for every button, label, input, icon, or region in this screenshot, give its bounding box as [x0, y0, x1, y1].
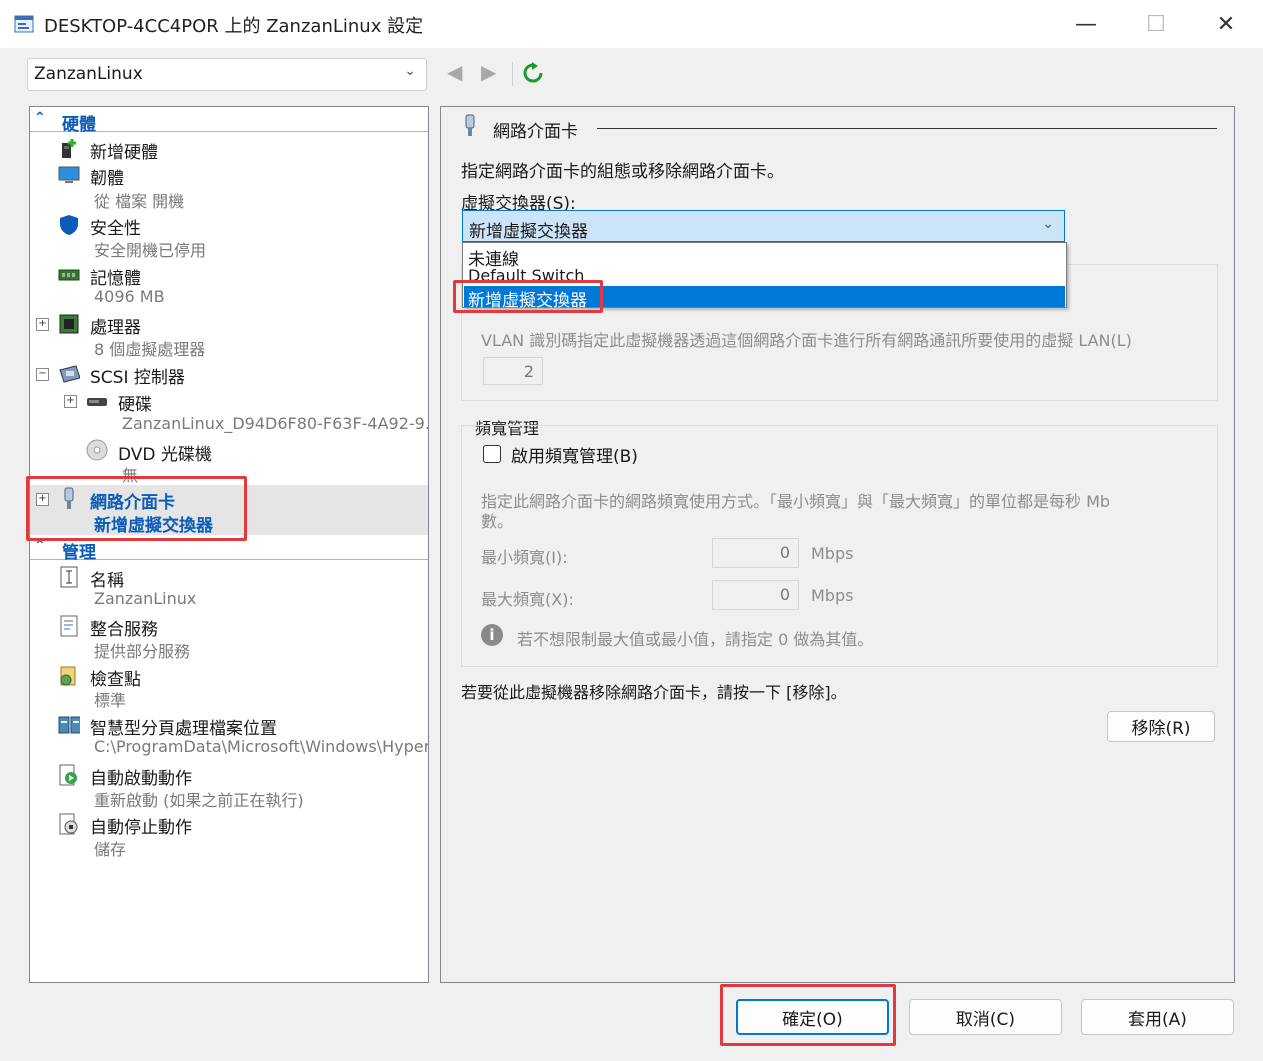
bandwidth-checkbox[interactable] [483, 445, 501, 463]
option-highlight-box [453, 280, 603, 313]
maximize-button[interactable]: ☐ [1126, 6, 1186, 42]
chevron-down-icon: ⌄ [404, 63, 416, 79]
auto-start-icon [58, 764, 80, 786]
settings-tree[interactable]: ⌃ 硬體 新增硬體 韌體 從 檔案 開機 安全性 安全開機已停用 記憶體 409… [29, 106, 429, 983]
section-rule [597, 128, 1217, 129]
tree-item-security[interactable]: 安全性 [90, 214, 141, 239]
network-adapter-icon [459, 114, 481, 137]
min-bandwidth-input[interactable]: 0 [712, 538, 799, 568]
paging-file-icon [58, 714, 80, 736]
dvd-icon [86, 439, 108, 461]
back-arrow-icon[interactable]: ◀ [447, 60, 462, 84]
tree-item-autostart-sub: 重新啟動 (如果之前正在執行) [94, 791, 304, 810]
tree-item-processor[interactable]: 處理器 [90, 313, 141, 338]
shield-icon [58, 214, 80, 236]
close-button[interactable]: ✕ [1196, 6, 1256, 42]
collapse-scsi-icon[interactable]: − [36, 368, 49, 381]
settings-window-icon [14, 13, 36, 35]
section-title: 網路介面卡 [493, 122, 578, 142]
tree-item-add-hardware[interactable]: 新增硬體 [90, 138, 158, 163]
bandwidth-description-1: 指定此網路介面卡的網路頻寬使用方式。「最小頻寬」與「最大頻寬」的單位都是每秒 M… [481, 492, 1111, 511]
management-header: 管理 [62, 543, 96, 563]
tree-item-firmware[interactable]: 韌體 [90, 164, 124, 189]
max-bandwidth-input[interactable]: 0 [712, 580, 799, 610]
expand-harddisk-icon[interactable]: + [64, 395, 77, 408]
title-bar: DESKTOP-4CC4POR 上的 ZanzanLinux 設定 — ☐ ✕ [0, 0, 1263, 48]
toolbar-divider [512, 62, 513, 86]
info-text: 若不想限制最大值或最小值，請指定 0 做為其值。 [517, 630, 874, 649]
tree-item-scsi[interactable]: SCSI 控制器 [90, 363, 185, 388]
vlan-description: VLAN 識別碼指定此虛擬機器透過這個網路介面卡進行所有網路通訊所要使用的虛擬 … [481, 331, 1132, 350]
tree-item-name-sub: ZanzanLinux [94, 589, 197, 608]
vm-selector-value: ZanzanLinux [34, 64, 143, 84]
add-hardware-icon [58, 138, 80, 160]
expand-processor-icon[interactable]: + [36, 318, 49, 331]
info-icon: i [481, 624, 503, 646]
virtual-switch-dropdown[interactable]: 新增虛擬交換器 ⌄ [462, 210, 1065, 242]
checkpoint-icon [58, 665, 80, 687]
bandwidth-description-2: 數。 [481, 512, 514, 531]
bandwidth-enable-label[interactable]: 啟用頻寬管理(B) [511, 442, 638, 467]
chevron-down-icon: ⌄ [1042, 216, 1054, 232]
panel-description: 指定網路介面卡的組態或移除網路介面卡。 [461, 162, 784, 182]
section-hardware[interactable]: ⌃ 硬體 [30, 109, 428, 135]
ok-highlight-box [720, 984, 896, 1046]
collapse-chevron-icon[interactable]: ⌃ [34, 110, 46, 126]
window-title: DESKTOP-4CC4POR 上的 ZanzanLinux 設定 [44, 16, 424, 37]
vm-selector-dropdown[interactable]: ZanzanLinux ⌄ [27, 58, 427, 91]
tree-item-name[interactable]: 名稱 [90, 566, 124, 591]
max-bandwidth-label: 最大頻寬(X): [481, 590, 574, 609]
min-bandwidth-unit: Mbps [811, 544, 854, 563]
virtual-switch-value: 新增虛擬交換器 [469, 222, 588, 242]
max-bandwidth-unit: Mbps [811, 586, 854, 605]
name-icon [58, 566, 80, 588]
firmware-icon [58, 164, 80, 186]
refresh-icon[interactable] [522, 62, 544, 88]
forward-arrow-icon[interactable]: ▶ [481, 60, 496, 84]
tree-item-autostop-sub: 儲存 [94, 840, 127, 859]
tree-item-integration[interactable]: 整合服務 [90, 615, 158, 640]
hard-disk-icon [86, 390, 108, 412]
remove-button[interactable]: 移除(R) [1107, 711, 1215, 742]
integration-services-icon [58, 615, 80, 637]
vlan-id-input[interactable]: 2 [483, 357, 543, 385]
tree-item-checkpoint-sub: 標準 [94, 691, 127, 710]
hardware-header: 硬體 [62, 115, 96, 135]
tree-item-harddisk-sub: ZanzanLinux_D94D6F80-F63F-4A92-9... [122, 414, 429, 433]
tree-item-harddisk[interactable]: 硬碟 [118, 390, 152, 415]
minimize-button[interactable]: — [1056, 6, 1116, 42]
scsi-controller-icon [58, 363, 80, 385]
tree-item-paging[interactable]: 智慧型分頁處理檔案位置 [90, 714, 277, 739]
tree-item-integration-sub: 提供部分服務 [94, 642, 191, 661]
apply-button[interactable]: 套用(A) [1081, 999, 1234, 1035]
tree-item-autostart[interactable]: 自動啟動動作 [90, 764, 192, 789]
tree-item-paging-sub: C:\ProgramData\Microsoft\Windows\Hyper-V [94, 737, 429, 756]
remove-hint: 若要從此虛擬機器移除網路介面卡，請按一下 [移除]。 [461, 683, 847, 702]
tree-item-firmware-sub: 從 檔案 開機 [94, 192, 185, 211]
tree-item-autostop[interactable]: 自動停止動作 [90, 813, 192, 838]
tree-item-security-sub: 安全開機已停用 [94, 241, 207, 260]
tree-item-memory[interactable]: 記憶體 [90, 264, 141, 289]
min-bandwidth-label: 最小頻寬(I): [481, 548, 568, 567]
auto-stop-icon [58, 813, 80, 835]
nic-highlight-box [26, 476, 247, 541]
cancel-button[interactable]: 取消(C) [909, 999, 1062, 1035]
processor-icon [58, 313, 80, 335]
memory-icon [58, 264, 80, 286]
tree-item-processor-sub: 8 個虛擬處理器 [94, 340, 206, 359]
tree-item-memory-sub: 4096 MB [94, 287, 165, 306]
